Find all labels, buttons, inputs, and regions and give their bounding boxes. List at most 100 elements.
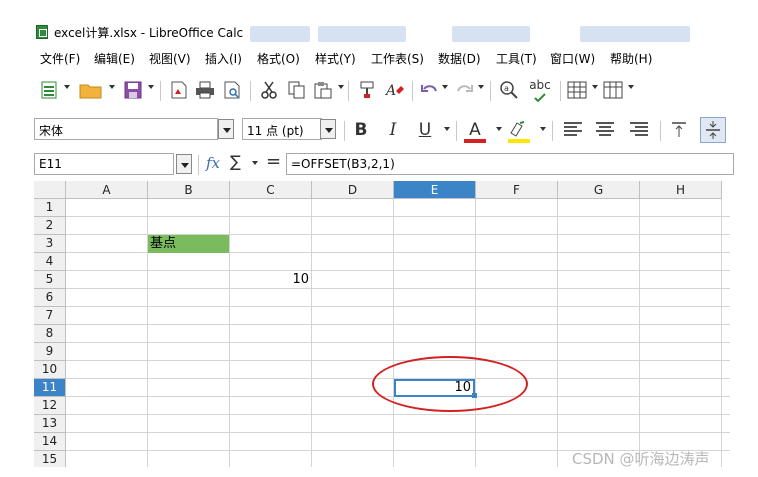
chevron-down-icon[interactable] <box>628 85 634 89</box>
menu-help[interactable]: 帮助(H) <box>610 50 652 67</box>
menu-view[interactable]: 视图(V) <box>149 50 191 67</box>
font-size-value: 11 点 (pt) <box>247 124 304 138</box>
name-box-dropdown-button[interactable] <box>176 154 192 174</box>
font-size-box[interactable]: 11 点 (pt) <box>242 118 322 140</box>
font-size-dropdown-button[interactable] <box>320 119 336 139</box>
font-name-dropdown-button[interactable] <box>218 119 234 139</box>
chevron-down-icon[interactable] <box>496 127 502 131</box>
font-name-value: 宋体 <box>39 124 64 138</box>
gridline <box>721 199 722 467</box>
highlighting-color-icon[interactable] <box>506 119 528 141</box>
chevron-down-icon[interactable] <box>444 127 450 131</box>
row-header-13[interactable]: 13 <box>34 415 66 433</box>
print-preview-icon[interactable] <box>222 79 244 101</box>
find-replace-icon[interactable]: a <box>498 79 520 101</box>
column-header-b[interactable]: B <box>148 181 230 199</box>
print-icon[interactable] <box>194 79 216 101</box>
column-header-h[interactable]: H <box>640 181 722 199</box>
chevron-down-icon[interactable] <box>540 127 546 131</box>
annotation-ellipse <box>372 356 528 412</box>
row-header-14[interactable]: 14 <box>34 433 66 451</box>
chevron-down-icon[interactable] <box>442 85 448 89</box>
align-right-icon[interactable] <box>630 122 648 138</box>
column-header-g[interactable]: G <box>558 181 640 199</box>
underline-button[interactable]: U <box>414 119 436 141</box>
save-icon[interactable] <box>122 79 144 101</box>
menu-data[interactable]: 数据(D) <box>438 50 481 67</box>
column-header-e[interactable]: E <box>394 181 476 199</box>
align-top-icon[interactable] <box>668 119 690 141</box>
row-header-5[interactable]: 5 <box>34 271 66 289</box>
highlight-color-swatch <box>508 139 530 143</box>
center-vertically-icon[interactable] <box>700 117 726 143</box>
chevron-down-icon[interactable] <box>64 85 70 89</box>
chevron-down-icon[interactable] <box>109 85 115 89</box>
menu-tools[interactable]: 工具(T) <box>496 50 537 67</box>
select-all-corner[interactable] <box>34 181 66 199</box>
menu-window[interactable]: 窗口(W) <box>550 50 595 67</box>
paste-icon[interactable] <box>312 79 334 101</box>
cut-icon[interactable] <box>258 79 280 101</box>
spellcheck-label: abc <box>529 78 551 92</box>
background-window-tab <box>452 26 530 42</box>
font-color-button[interactable]: A <box>464 119 486 141</box>
new-document-icon[interactable] <box>38 79 60 101</box>
font-name-box[interactable]: 宋体 <box>34 118 218 140</box>
row-header-15[interactable]: 15 <box>34 451 66 467</box>
standard-toolbar: A a abc <box>34 73 734 107</box>
redo-icon[interactable] <box>454 79 476 101</box>
name-box[interactable]: E11 <box>34 153 174 175</box>
spellcheck-icon[interactable]: abc <box>526 78 554 103</box>
row-header-2[interactable]: 2 <box>34 217 66 235</box>
row-header-3[interactable]: 3 <box>34 235 66 253</box>
undo-icon[interactable] <box>418 79 440 101</box>
clone-formatting-icon[interactable] <box>356 79 378 101</box>
export-pdf-icon[interactable] <box>168 79 190 101</box>
cell-b3[interactable]: 基点 <box>148 235 229 253</box>
menu-insert[interactable]: 插入(I) <box>205 50 242 67</box>
row-header-12[interactable]: 12 <box>34 397 66 415</box>
italic-button[interactable]: I <box>382 119 404 141</box>
formula-input[interactable]: =OFFSET(B3,2,1) <box>286 153 734 175</box>
cell-c5[interactable]: 10 <box>230 271 311 289</box>
column-header-a[interactable]: A <box>66 181 148 199</box>
chevron-down-icon[interactable] <box>252 161 258 165</box>
copy-icon[interactable] <box>286 79 308 101</box>
chevron-down-icon[interactable] <box>478 85 484 89</box>
row-header-4[interactable]: 4 <box>34 253 66 271</box>
column-header-f[interactable]: F <box>476 181 558 199</box>
row-header-1[interactable]: 1 <box>34 199 66 217</box>
chevron-down-icon[interactable] <box>148 85 154 89</box>
gridline <box>66 432 730 433</box>
row-icon[interactable] <box>566 79 588 101</box>
clear-formatting-icon[interactable]: A <box>384 79 406 101</box>
menu-file[interactable]: 文件(F) <box>40 50 80 67</box>
open-folder-icon[interactable] <box>78 79 104 101</box>
row-header-7[interactable]: 7 <box>34 307 66 325</box>
align-center-icon[interactable] <box>596 122 614 138</box>
row-header-8[interactable]: 8 <box>34 325 66 343</box>
chevron-down-icon[interactable] <box>338 85 344 89</box>
row-header-6[interactable]: 6 <box>34 289 66 307</box>
background-window-tab <box>318 26 406 42</box>
background-window-tab <box>250 26 310 42</box>
formula-equals-icon[interactable]: = <box>266 151 281 172</box>
title-bar: excel计算.xlsx - LibreOffice Calc <box>0 0 758 44</box>
menu-format[interactable]: 格式(O) <box>257 50 300 67</box>
row-header-11[interactable]: 11 <box>34 379 66 397</box>
sum-icon[interactable]: ∑ <box>230 152 241 171</box>
menu-sheet[interactable]: 工作表(S) <box>371 50 424 67</box>
function-wizard-icon[interactable]: fx <box>206 154 220 172</box>
align-left-icon[interactable] <box>564 122 582 138</box>
menu-edit[interactable]: 编辑(E) <box>94 50 135 67</box>
row-header-10[interactable]: 10 <box>34 361 66 379</box>
chevron-down-icon[interactable] <box>592 85 598 89</box>
menu-styles[interactable]: 样式(Y) <box>315 50 356 67</box>
column-header-c[interactable]: C <box>230 181 312 199</box>
spreadsheet-grid[interactable]: A B C D E F G H 1 2 3 4 5 6 7 8 9 10 11 12 13 14 15 基点 10 10 <box>34 181 730 467</box>
row-header-9[interactable]: 9 <box>34 343 66 361</box>
column-header-d[interactable]: D <box>312 181 394 199</box>
column-icon[interactable] <box>602 79 624 101</box>
watermark: CSDN @听海边涛声 <box>572 450 710 468</box>
bold-button[interactable]: B <box>350 119 372 141</box>
